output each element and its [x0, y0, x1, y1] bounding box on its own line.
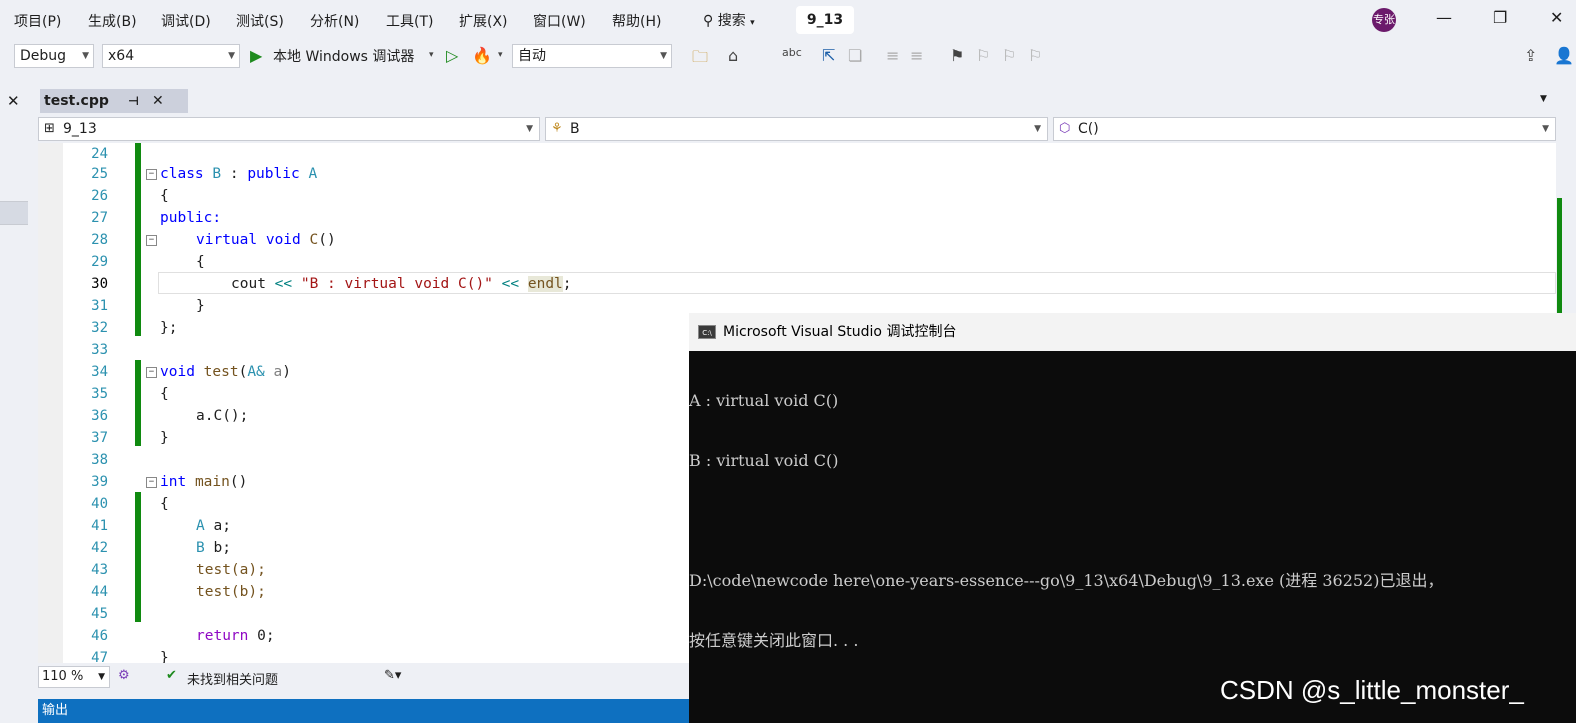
outdent-icon[interactable]: ≡ — [910, 46, 923, 65]
avatar[interactable]: 专张 — [1372, 8, 1396, 32]
left-panel-selected — [0, 202, 28, 224]
toolbar: Debug ▼ x64 ▼ ▶ 本地 Windows 调试器 ▾ ▷ 🔥 ▾ 自动 ▼… — [0, 40, 1576, 72]
brush-icon[interactable]: ✎▾ — [384, 668, 401, 683]
console-icon: C:\ — [698, 325, 716, 339]
collapse-icon[interactable]: − — [146, 169, 157, 180]
chevron-down-icon: ▼ — [98, 672, 105, 682]
menu-build[interactable]: 生成(B) — [88, 11, 137, 31]
code-line: 28− virtual void C() — [91, 232, 336, 248]
check-circle-icon: ✔ — [166, 668, 177, 683]
output-panel-tab[interactable]: 输出 — [38, 699, 690, 723]
start-debugger-button[interactable]: 本地 Windows 调试器 — [273, 46, 414, 66]
indent-icon[interactable]: ≡ — [886, 46, 899, 65]
project-icon: ⊞ — [44, 121, 55, 136]
close-icon[interactable]: ✕ — [1550, 8, 1563, 27]
menu-bar: 项目(P) 生成(B) 调试(D) 测试(S) 分析(N) 工具(T) 扩展(X… — [0, 0, 1576, 40]
platform-select[interactable]: x64 ▼ — [102, 44, 240, 68]
console-title: Microsoft Visual Studio 调试控制台 — [723, 324, 957, 340]
bookmark-icon[interactable]: ⚑ — [950, 46, 964, 65]
console-line: B : virtual void C() — [689, 451, 839, 470]
menu-analyze[interactable]: 分析(N) — [310, 11, 359, 31]
solution-name: 9_13 — [796, 6, 854, 34]
code-line: 27 public: — [91, 210, 222, 226]
console-line: 按任意键关闭此窗口. . . — [689, 631, 859, 650]
menu-extensions[interactable]: 扩展(X) — [459, 11, 508, 31]
chevron-down-icon: ▾ — [750, 18, 755, 28]
menu-tools[interactable]: 工具(T) — [386, 11, 433, 31]
left-side-panel: ✕ — [0, 88, 28, 723]
restore-icon[interactable]: ❐ — [1493, 8, 1507, 27]
menu-window[interactable]: 窗口(W) — [533, 11, 586, 31]
chevron-down-icon: ▼ — [228, 51, 235, 61]
hot-reload-icon[interactable]: 🔥 — [472, 46, 492, 65]
tab-test-cpp[interactable]: test.cpp ⊣ ✕ — [40, 89, 188, 113]
chevron-down-icon[interactable]: ▾ — [498, 50, 503, 60]
chevron-down-icon[interactable]: ▾ — [429, 50, 434, 60]
collapse-icon[interactable]: − — [146, 367, 157, 378]
search-icon: ⚲ — [703, 13, 714, 29]
menu-debug[interactable]: 调试(D) — [161, 11, 211, 31]
minimize-icon[interactable]: — — [1436, 8, 1452, 27]
close-icon[interactable]: ✕ — [152, 89, 164, 113]
code-line: 26{ — [91, 188, 169, 204]
bookmark-next-icon[interactable]: ⚐ — [1002, 46, 1016, 65]
spellcheck-icon[interactable]: abc — [782, 46, 802, 59]
cursor-icon[interactable]: ⇱ — [822, 46, 835, 65]
chevron-down-icon: ▼ — [660, 51, 667, 61]
project-select[interactable]: ⊞ 9_13 ▼ — [38, 117, 540, 141]
bookmark-prev-icon[interactable]: ⚐ — [976, 46, 990, 65]
copy-icon[interactable]: ❏ — [848, 46, 862, 65]
tab-row: test.cpp ⊣ ✕ ▼ — [28, 88, 1576, 114]
menu-help[interactable]: 帮助(H) — [612, 11, 661, 31]
code-line: 30 cout << "B : virtual void C()" << endl… — [91, 276, 572, 292]
collapse-icon[interactable]: − — [146, 477, 157, 488]
chevron-down-icon: ▼ — [1034, 124, 1041, 134]
chevron-down-icon[interactable]: ▼ — [1540, 94, 1547, 104]
config-select[interactable]: Debug ▼ — [14, 44, 94, 68]
debug-console-window[interactable]: C:\ Microsoft Visual Studio 调试控制台 A : vi… — [689, 313, 1576, 723]
folder-search-icon[interactable]: 🗀 — [692, 46, 708, 73]
chevron-down-icon: ▼ — [82, 51, 89, 61]
code-line: 29{ — [91, 254, 205, 270]
issues-status[interactable]: 未找到相关问题 — [187, 669, 278, 688]
bookmark-clear-icon[interactable]: ⚐ — [1028, 46, 1042, 65]
pin-icon[interactable]: ⊣ — [128, 89, 139, 113]
menu-project[interactable]: 项目(P) — [14, 11, 61, 31]
share-icon[interactable]: ⇪ — [1524, 46, 1537, 65]
class-icon: ⚘ — [551, 121, 563, 136]
method-icon: ⬡ — [1059, 121, 1071, 136]
chevron-down-icon: ▼ — [1542, 124, 1549, 134]
account-icon[interactable]: 👤 — [1554, 46, 1574, 65]
navigation-bar: ⊞ 9_13 ▼ ⚘ B ▼ ⬡ C() ▼ — [38, 116, 1576, 142]
console-line: D:\code\newcode here\one-years-essence--… — [689, 571, 1444, 590]
class-select[interactable]: ⚘ B ▼ — [545, 117, 1048, 141]
chevron-down-icon: ▼ — [526, 124, 533, 134]
play-outline-icon[interactable]: ▷ — [446, 46, 458, 65]
collapse-icon[interactable]: − — [146, 235, 157, 246]
console-line: A : virtual void C() — [689, 391, 839, 410]
search-box[interactable]: ⚲ 搜索 ▾ — [703, 10, 755, 30]
watermark: CSDN @s_little_monster_ — [1220, 675, 1524, 705]
menu-test[interactable]: 测试(S) — [236, 11, 284, 31]
member-select[interactable]: ⬡ C() ▼ — [1053, 117, 1556, 141]
auto-select[interactable]: 自动 ▼ — [512, 44, 672, 68]
code-line: 24 — [91, 146, 108, 162]
search-label: 搜索 — [717, 13, 746, 29]
play-icon[interactable]: ▶ — [250, 46, 262, 65]
home-icon[interactable]: ⌂ — [728, 46, 738, 65]
console-title-bar[interactable]: C:\ Microsoft Visual Studio 调试控制台 — [689, 313, 1576, 351]
editor-status-bar: 110 % ▼ ⚙ ✔ 未找到相关问题 ✎▾ — [38, 665, 690, 689]
code-line: 25− class B : public A — [91, 166, 318, 182]
console-output: A : virtual void C() B : virtual void C(… — [689, 351, 1576, 723]
close-icon[interactable]: ✕ — [7, 92, 20, 110]
intellicode-icon[interactable]: ⚙ — [118, 668, 130, 683]
zoom-select[interactable]: 110 % ▼ — [38, 666, 110, 688]
